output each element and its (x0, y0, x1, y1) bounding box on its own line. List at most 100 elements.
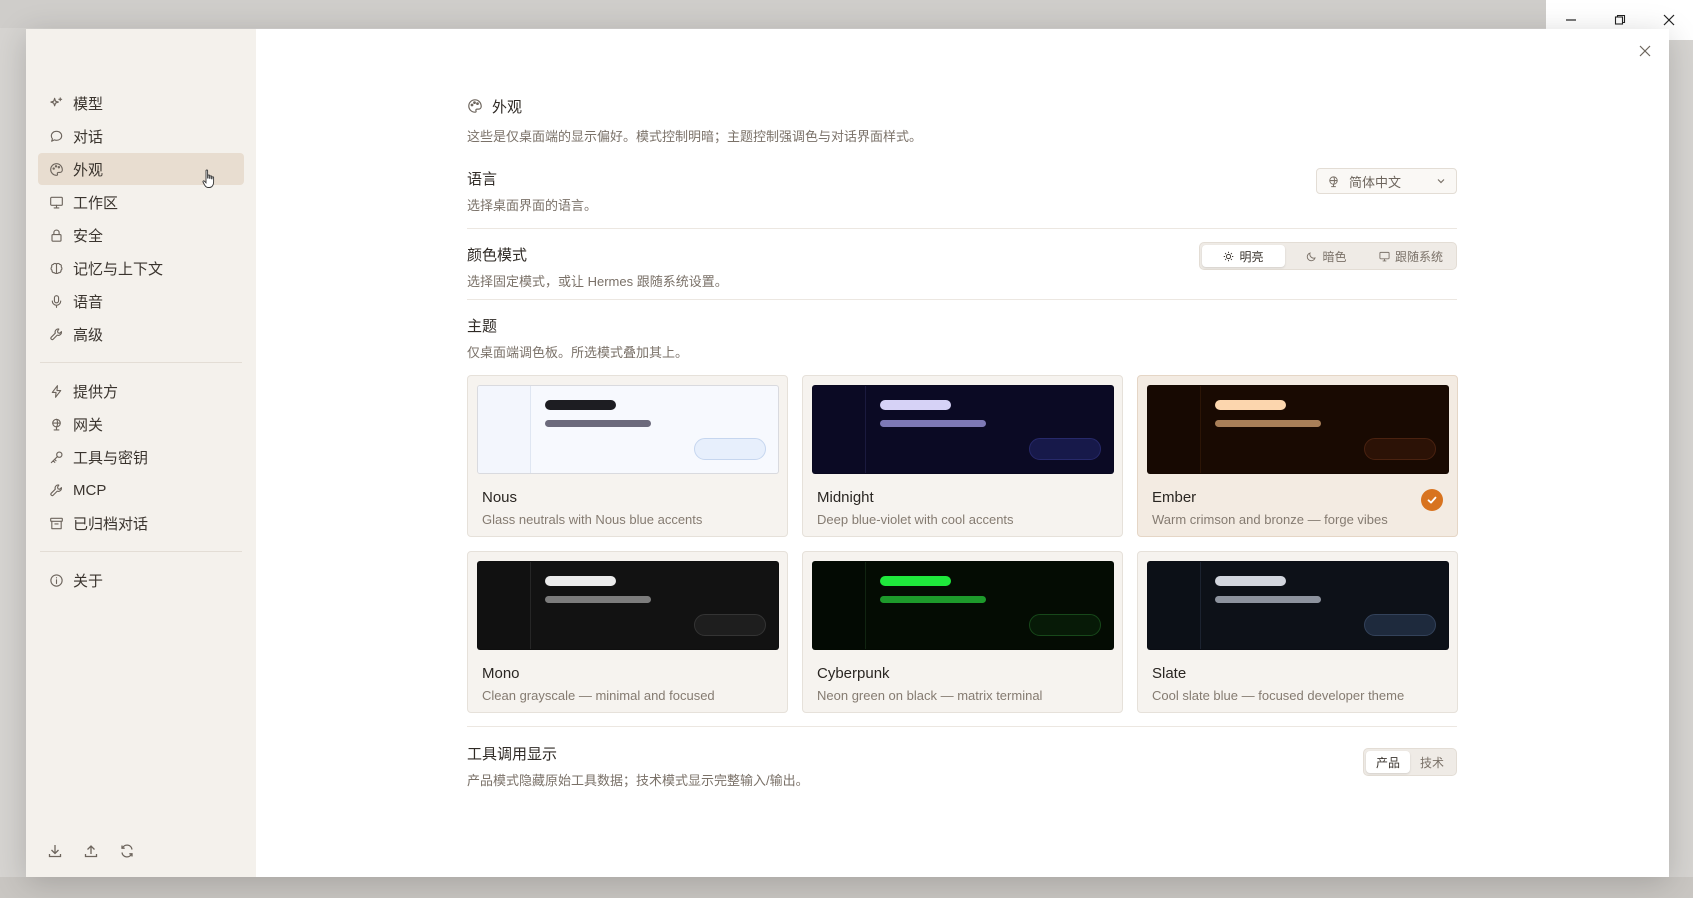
theme-card-cyberpunk[interactable]: Cyberpunk Neon green on black — matrix te… (802, 551, 1123, 713)
key-icon (48, 449, 64, 465)
microphone-icon (48, 293, 64, 309)
theme-name: Midnight (817, 489, 874, 506)
sidebar-item-wrench[interactable]: MCP (38, 474, 244, 506)
theme-description: Glass neutrals with Nous blue accents (482, 512, 703, 527)
refresh-button[interactable] (118, 842, 135, 859)
sidebar-item-label: 高级 (73, 326, 104, 344)
sidebar-item-sparkle[interactable]: 模型 (38, 87, 244, 119)
wrench-icon (48, 326, 64, 342)
gateway-icon (48, 416, 64, 432)
tool-display-product[interactable]: 产品 (1366, 751, 1410, 773)
wrench-icon (48, 482, 64, 498)
settings-main: 外观 这些是仅桌面端的显示偏好。模式控制明暗；主题控制强调色与对话界面样式。 语… (256, 29, 1669, 877)
download-button[interactable] (46, 842, 63, 859)
close-icon (1639, 45, 1651, 57)
language-value: 简体中文 (1349, 174, 1402, 190)
dialog-close-button[interactable] (1637, 43, 1653, 59)
close-icon (1663, 14, 1674, 26)
theme-preview (812, 561, 1114, 650)
preview-button (1029, 614, 1101, 636)
sidebar-item-wrench[interactable]: 高级 (38, 318, 244, 350)
sidebar-item-label: 安全 (73, 227, 104, 245)
sidebar-divider (40, 551, 242, 552)
sidebar-footer-actions (46, 842, 135, 859)
preview-text-bar (880, 420, 986, 427)
preview-title-bar (880, 400, 951, 410)
sidebar-item-microphone[interactable]: 语音 (38, 285, 244, 317)
tool-display-technical[interactable]: 技术 (1410, 751, 1454, 773)
sidebar-item-brain[interactable]: 记忆与上下文 (38, 252, 244, 284)
sidebar-divider (40, 362, 242, 363)
language-row: 语言 选择桌面界面的语言。 简体中文 (467, 158, 1457, 229)
download-icon (48, 844, 61, 857)
upload-button[interactable] (82, 842, 99, 859)
sidebar-item-gateway[interactable]: 网关 (38, 408, 244, 440)
theme-card-midnight[interactable]: Midnight Deep blue-violet with cool accen… (802, 375, 1123, 537)
sidebar-item-lock[interactable]: 安全 (38, 219, 244, 251)
sidebar-item-label: 外观 (73, 161, 104, 179)
theme-description: Deep blue-violet with cool accents (817, 512, 1014, 527)
color-mode-toggle: 明亮 暗色 跟随系统 (1199, 242, 1457, 270)
theme-card-mono[interactable]: Mono Clean grayscale — minimal and focuse… (467, 551, 788, 713)
preview-button (694, 614, 766, 636)
color-mode-light-label: 明亮 (1239, 249, 1264, 264)
brain-icon (48, 260, 64, 276)
settings-sidebar: 模型对话外观工作区安全记忆与上下文语音高级 提供方网关工具与密钥 MCP 已归档对话… (26, 29, 256, 877)
theme-description: Cool slate blue — focused developer them… (1152, 688, 1405, 703)
theme-card-ember[interactable]: Ember Warm crimson and bronze — forge vib… (1137, 375, 1458, 537)
preview-sidebar (813, 562, 866, 649)
sidebar-item-monitor[interactable]: 工作区 (38, 186, 244, 218)
chevron-down-icon (1437, 179, 1445, 184)
refresh-icon (120, 843, 133, 858)
monitor-icon (48, 194, 64, 210)
theme-card-nous[interactable]: Nous Glass neutrals with Nous blue accent… (467, 375, 788, 537)
preview-text-bar (1215, 596, 1321, 603)
mouse-pointer-icon (202, 169, 215, 188)
theme-name: Cyberpunk (817, 665, 890, 682)
restore-icon (1614, 14, 1625, 25)
color-mode-description: 选择固定模式，或让 Hermes 跟随系统设置。 (467, 274, 728, 289)
page-title-text: 外观 (492, 98, 523, 116)
settings-dialog: 模型 对话 外观 工作区 安全 记忆与上下文 语音 高级 提供方 网关 工具与密钥 MCP 已归档对话… (26, 29, 1669, 877)
theme-card-slate[interactable]: Slate Cool slate blue — focused developer… (1137, 551, 1458, 713)
theme-name: Ember (1152, 489, 1197, 506)
language-label: 语言 (467, 171, 498, 188)
info-icon (48, 572, 64, 588)
page-description: 这些是仅桌面端的显示偏好。模式控制明暗；主题控制强调色与对话界面样式。 (467, 129, 923, 144)
tool-display-label: 工具调用显示 (467, 746, 558, 763)
sidebar-item-label: 网关 (73, 416, 104, 434)
tool-display-product-label: 产品 (1375, 755, 1400, 770)
sidebar-item-chat[interactable]: 对话 (38, 120, 244, 152)
color-mode-dark[interactable]: 暗色 (1285, 245, 1368, 267)
upload-icon (84, 844, 97, 857)
sidebar-item-label: 提供方 (73, 383, 119, 401)
theme-name: Nous (482, 489, 518, 506)
preview-button (694, 438, 766, 460)
theme-description: 仅桌面端调色板。所选模式叠加其上。 (467, 345, 689, 360)
minimize-icon (1565, 19, 1576, 21)
preview-button (1364, 614, 1436, 636)
theme-grid: Nous Glass neutrals with Nous blue accent… (467, 375, 1458, 713)
lock-icon (48, 227, 64, 243)
preview-sidebar (478, 386, 531, 473)
sidebar-item-bolt[interactable]: 提供方 (38, 375, 244, 407)
theme-label: 主题 (467, 318, 498, 335)
sidebar-item-label: 对话 (73, 128, 104, 146)
sidebar-item-key[interactable]: 工具与密钥 (38, 441, 244, 473)
color-mode-light[interactable]: 明亮 (1202, 245, 1285, 267)
globe-icon (1329, 175, 1338, 187)
palette-icon (468, 99, 482, 113)
theme-name: Mono (482, 665, 520, 682)
color-mode-system[interactable]: 跟随系统 (1368, 245, 1454, 267)
sidebar-item-info[interactable]: 关于 (38, 564, 244, 596)
archive-icon (48, 515, 64, 531)
appearance-panel: 外观 这些是仅桌面端的显示偏好。模式控制明暗；主题控制强调色与对话界面样式。 语… (467, 95, 1458, 799)
preview-title-bar (880, 576, 951, 586)
theme-preview (1147, 561, 1449, 650)
preview-title-bar (1215, 400, 1286, 410)
sidebar-item-archive[interactable]: 已归档对话 (38, 507, 244, 539)
background-status-bar (0, 877, 1693, 898)
sidebar-item-label: 记忆与上下文 (73, 260, 164, 278)
language-select[interactable]: 简体中文 (1316, 168, 1457, 194)
palette-icon (48, 161, 64, 177)
